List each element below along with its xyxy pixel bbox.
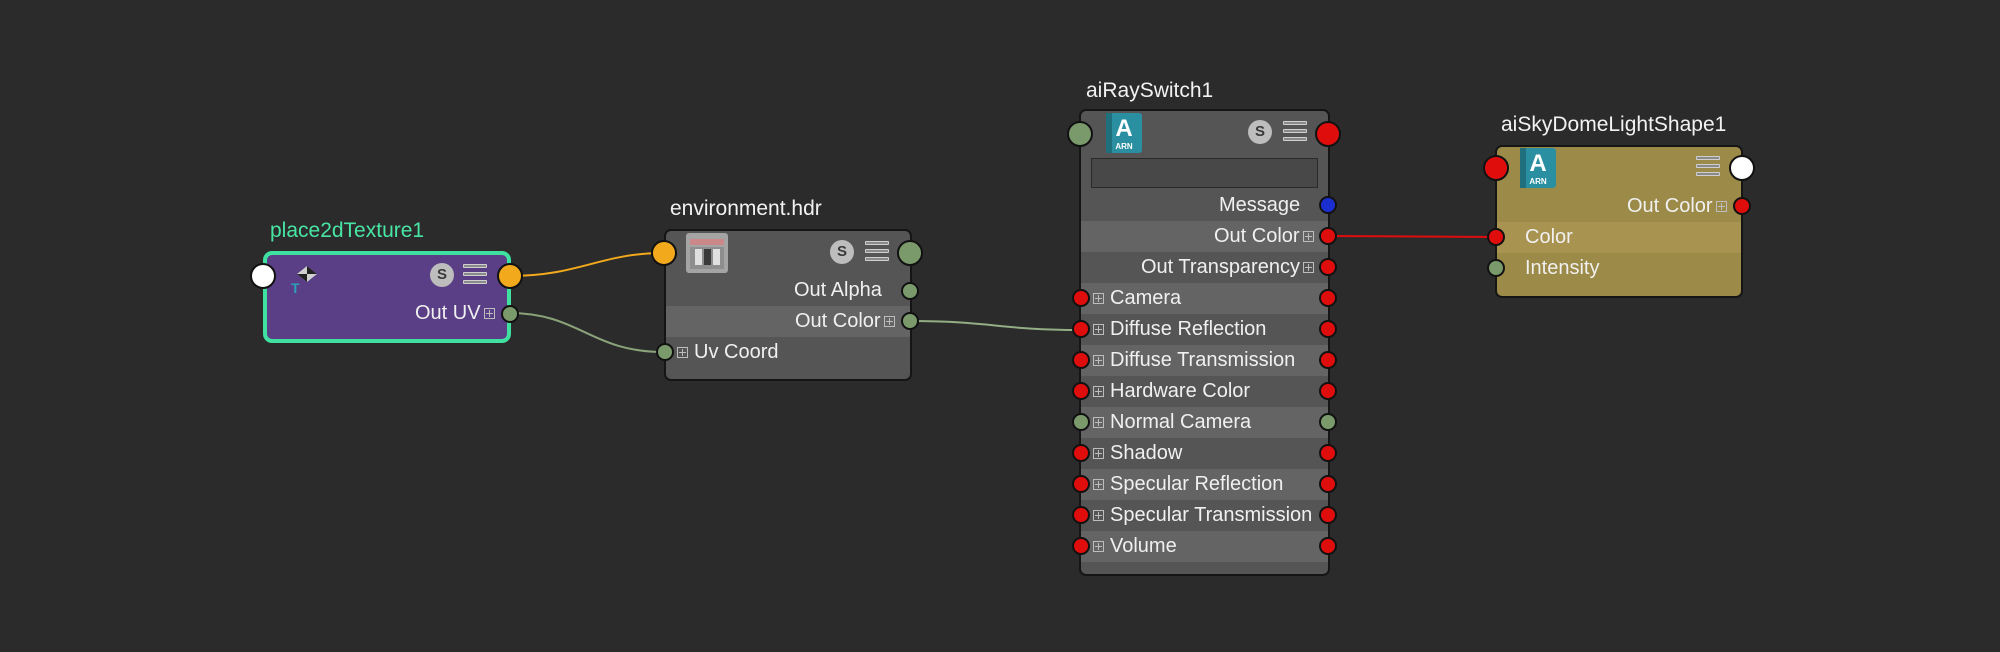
ray-diffuse-transmission-expand-icon[interactable] <box>1093 355 1104 366</box>
place2d-node-title: place2dTexture1 <box>270 219 425 242</box>
sky-color-in-port[interactable] <box>1487 228 1505 246</box>
place2d-swatch-icon[interactable]: S <box>430 263 454 287</box>
place2d-input-port[interactable] <box>250 263 276 289</box>
ray-hardware-color-expand-icon[interactable] <box>1093 386 1104 397</box>
env-out-color-expand-icon[interactable] <box>884 316 895 327</box>
place2d-out-uv-port[interactable] <box>501 305 519 323</box>
ray-diffuse-reflection-expand-icon[interactable] <box>1093 324 1104 335</box>
ray-out-transparency-label: Out Transparency <box>1141 256 1300 278</box>
env-out-alpha-port[interactable] <box>901 282 919 300</box>
env-out-color-port[interactable] <box>901 312 919 330</box>
wire-outuv-to-uvcoord <box>508 312 665 353</box>
env-input-port[interactable] <box>651 240 677 266</box>
ray-diffuse-reflection-in-port[interactable] <box>1072 320 1090 338</box>
wire-place2d-to-env <box>508 252 665 277</box>
ray-hardware-color-out-port[interactable] <box>1319 382 1337 400</box>
ray-shadow-label: Shadow <box>1110 442 1183 464</box>
ray-specular-transmission-label: Specular Transmission <box>1110 504 1313 526</box>
env-file-texture-icon <box>686 233 728 273</box>
place2d-out-uv-label: Out UV <box>415 302 481 324</box>
env-uv-coord-label: Uv Coord <box>694 341 779 363</box>
wire-envcolor-to-diffuse-reflection <box>909 320 1081 331</box>
ray-camera-in-port[interactable] <box>1072 289 1090 307</box>
svg-text:T: T <box>291 280 300 294</box>
ray-output-port[interactable] <box>1315 121 1341 147</box>
ray-specular-reflection-label: Specular Reflection <box>1110 473 1284 495</box>
ray-camera-expand-icon[interactable] <box>1093 293 1104 304</box>
ray-input-port[interactable] <box>1067 121 1093 147</box>
ray-diffuse-transmission-in-port[interactable] <box>1072 351 1090 369</box>
sky-intensity-in-port[interactable] <box>1487 259 1505 277</box>
ray-specular-transmission-out-port[interactable] <box>1319 506 1337 524</box>
ray-camera-label: Camera <box>1110 287 1182 309</box>
ray-hardware-color-label: Hardware Color <box>1110 380 1251 402</box>
ray-hardware-color-in-port[interactable] <box>1072 382 1090 400</box>
env-out-alpha-label: Out Alpha <box>794 279 882 301</box>
ray-normal-camera-expand-icon[interactable] <box>1093 417 1104 428</box>
ray-swatch-icon[interactable]: S <box>1248 120 1272 144</box>
ray-camera-out-port[interactable] <box>1319 289 1337 307</box>
ray-out-color-expand-icon[interactable] <box>1303 231 1314 242</box>
ray-arnold-icon: A ARN <box>1106 113 1142 153</box>
ray-out-transparency-expand-icon[interactable] <box>1303 262 1314 273</box>
ray-specular-transmission-expand-icon[interactable] <box>1093 510 1104 521</box>
ray-menu-icon[interactable] <box>1283 121 1307 143</box>
env-node-title: environment.hdr <box>670 197 822 220</box>
sky-intensity-label: Intensity <box>1525 257 1600 279</box>
env-out-color-label: Out Color <box>795 310 881 332</box>
env-swatch-icon[interactable]: S <box>830 240 854 264</box>
ray-specular-reflection-expand-icon[interactable] <box>1093 479 1104 490</box>
place2d-out-uv-expand-icon[interactable] <box>484 308 495 319</box>
ray-diffuse-transmission-out-port[interactable] <box>1319 351 1337 369</box>
ray-normal-camera-out-port[interactable] <box>1319 413 1337 431</box>
ray-specular-reflection-in-port[interactable] <box>1072 475 1090 493</box>
ray-out-color-label: Out Color <box>1214 225 1300 247</box>
ray-out-color-port[interactable] <box>1319 227 1337 245</box>
ray-out-transparency-port[interactable] <box>1319 258 1337 276</box>
ray-diffuse-reflection-label: Diffuse Reflection <box>1110 318 1267 340</box>
env-output-port[interactable] <box>897 240 923 266</box>
place2d-texture-icon: T <box>291 266 317 294</box>
sky-menu-icon[interactable] <box>1696 156 1720 178</box>
ray-shadow-expand-icon[interactable] <box>1093 448 1104 459</box>
env-menu-icon[interactable] <box>865 241 889 263</box>
ray-message-port[interactable] <box>1319 196 1337 214</box>
place2d-menu-icon[interactable] <box>463 264 487 286</box>
sky-node-title: aiSkyDomeLightShape1 <box>1501 113 1727 136</box>
ray-specular-reflection-out-port[interactable] <box>1319 475 1337 493</box>
ray-volume-in-port[interactable] <box>1072 537 1090 555</box>
ray-specular-transmission-in-port[interactable] <box>1072 506 1090 524</box>
env-uv-coord-expand-icon[interactable] <box>677 347 688 358</box>
ray-diffuse-transmission-label: Diffuse Transmission <box>1110 349 1296 371</box>
ray-normal-camera-label: Normal Camera <box>1110 411 1252 433</box>
sky-input-port[interactable] <box>1483 155 1509 181</box>
wire-outcolor-to-sky-color <box>1327 235 1497 238</box>
ray-volume-label: Volume <box>1110 535 1177 557</box>
ray-volume-out-port[interactable] <box>1319 537 1337 555</box>
place2d-output-port[interactable] <box>497 263 523 289</box>
ray-node-title: aiRaySwitch1 <box>1086 79 1214 102</box>
ray-name-field[interactable] <box>1091 158 1318 188</box>
sky-arnold-icon: A ARN <box>1520 148 1556 188</box>
ray-volume-expand-icon[interactable] <box>1093 541 1104 552</box>
ray-message-label: Message <box>1219 194 1301 216</box>
sky-out-color-port[interactable] <box>1733 197 1751 215</box>
ray-shadow-in-port[interactable] <box>1072 444 1090 462</box>
sky-out-color-expand-icon[interactable] <box>1716 201 1727 212</box>
ray-diffuse-reflection-out-port[interactable] <box>1319 320 1337 338</box>
ray-shadow-out-port[interactable] <box>1319 444 1337 462</box>
sky-out-color-label: Out Color <box>1627 195 1713 217</box>
env-uv-coord-port[interactable] <box>656 343 674 361</box>
ray-normal-camera-in-port[interactable] <box>1072 413 1090 431</box>
sky-color-label: Color <box>1525 226 1573 248</box>
sky-output-port[interactable] <box>1729 155 1755 181</box>
